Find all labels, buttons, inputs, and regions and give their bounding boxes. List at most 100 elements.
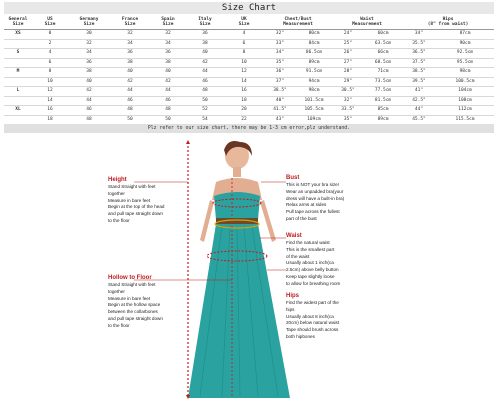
table-cell: 32 (110, 29, 150, 40)
col-hips: Hips (8" from waist) (402, 15, 495, 30)
table-cell: 60cm (364, 29, 402, 40)
table-row: XS 0 30 32 32 36 4 32" 80cm 24" 60cm 34" 87cm (4, 29, 495, 40)
table-cell: 86.5cm (296, 48, 332, 59)
table-cell: 41.5" (264, 105, 296, 116)
table-cell: 0 (32, 29, 68, 40)
col-germany: Germany Size (68, 15, 110, 30)
table-cell: 2 (32, 39, 68, 49)
table-cell (4, 96, 32, 106)
table-cell: 34" (402, 29, 436, 40)
table-cell: 44 (186, 67, 224, 78)
table-cell: 36 (186, 29, 224, 40)
table-cell: 33" (264, 39, 296, 49)
table-cell: 38 (186, 39, 224, 49)
table-cell: 8 (32, 67, 68, 78)
hollow-title: Hollow to Floor (108, 275, 152, 281)
table-cell: 38 (110, 58, 150, 68)
table-cell: 32" (332, 96, 364, 106)
table-row: L 12 42 44 44 48 16 38.5" 98cm 30.5" 77.5cm 41" 104c… (4, 86, 495, 97)
table-cell: 80cm (296, 29, 332, 40)
table-cell: 40 (68, 77, 110, 87)
table-cell: 44 (68, 96, 110, 106)
table-cell: XS (4, 29, 32, 40)
table-cell (4, 77, 32, 87)
table-cell: 42 (110, 77, 150, 87)
col-uk: UK Size (224, 15, 264, 30)
table-cell: 73.5cm (364, 77, 402, 87)
table-cell: 36 (150, 48, 186, 59)
table-cell: 40" (264, 96, 296, 106)
table-cell: 104cm (436, 86, 495, 97)
bust-title: Bust (286, 175, 300, 181)
table-cell: 36" (264, 67, 296, 78)
table-cell: 32 (150, 29, 186, 40)
table-cell: 8 (224, 48, 264, 59)
table-cell: 4 (224, 29, 264, 40)
table-cell: 25" (332, 39, 364, 49)
table-cell: 20 (224, 105, 264, 116)
col-italy: Italy Size (186, 15, 224, 30)
table-cell: 44 (150, 86, 186, 97)
table-cell: 37" (264, 77, 296, 87)
table-cell: 38 (150, 58, 186, 68)
table-cell (4, 58, 32, 68)
table-cell: 89cm (296, 58, 332, 68)
table-cell: 101.5cm (296, 96, 332, 106)
hips-label: Hips Find the widest part of the hips Us… (286, 293, 340, 339)
table-cell: 10 (32, 77, 68, 87)
table-cell: 34 (110, 39, 150, 49)
table-cell: 112cm (436, 105, 495, 116)
table-cell: 33.5" (332, 105, 364, 116)
table-cell: 98cm (296, 86, 332, 97)
measurement-guide: Height Stand Straight with feet together… (0, 140, 500, 401)
table-cell: 44 (110, 86, 150, 97)
dress-figure (134, 140, 290, 399)
table-row: 14 44 46 46 50 18 40" 101.5cm 32" 81.5cm 42.5" 108c… (4, 96, 495, 106)
bust-label: Bust This is NOT your bra size! Wear an … (286, 175, 345, 221)
table-cell: 14 (224, 77, 264, 87)
table-cell: 42 (186, 58, 224, 68)
table-cell: 40 (110, 67, 150, 78)
left-arm-shape (200, 200, 214, 242)
table-cell: 36.5" (402, 48, 436, 59)
table-cell: 92.5cm (436, 48, 495, 59)
table-cell: 48 (150, 105, 186, 116)
table-cell: 28" (332, 67, 364, 78)
table-cell: 46 (68, 105, 110, 116)
table-cell: 32" (264, 29, 296, 40)
table-cell: 40 (186, 48, 224, 59)
table-cell: 6 (32, 58, 68, 68)
waist-label: Waist Find the natural waist This is the… (286, 233, 341, 286)
table-cell: 44" (402, 105, 436, 116)
table-cell: S (4, 48, 32, 59)
table-cell: 42 (150, 77, 186, 87)
table-cell: 36 (68, 58, 110, 68)
table-cell: 38 (68, 67, 110, 78)
size-chart-table: General Size US Size Germany Size France Siz… (4, 15, 495, 125)
table-cell: 91.5cm (296, 67, 332, 78)
table-cell: 63.5cm (364, 39, 402, 49)
table-cell: 35" (264, 58, 296, 68)
table-cell: 36 (110, 48, 150, 59)
table-cell (4, 39, 32, 49)
table-cell: 95.5cm (436, 58, 495, 68)
table-cell: 90cm (436, 39, 495, 49)
waist-title: Waist (286, 233, 302, 239)
table-cell: 34 (68, 48, 110, 59)
table-cell: 71cm (364, 67, 402, 78)
table-cell: 32 (68, 39, 110, 49)
table-cell: 77.5cm (364, 86, 402, 97)
right-arm-shape (260, 200, 276, 242)
table-cell: 12 (32, 86, 68, 97)
table-cell: 94cm (296, 77, 332, 87)
table-cell: 4 (32, 48, 68, 59)
table-row: 6 36 38 38 42 10 35" 89cm 27" 68.5cm 37.5" 95.5cm (4, 58, 495, 68)
height-title: Height (108, 177, 127, 183)
table-cell: 52 (186, 105, 224, 116)
table-cell: 12 (224, 67, 264, 78)
neck-shape (233, 167, 241, 177)
table-row: M 8 38 40 40 44 12 36" 91.5cm 28" 71cm 38.5" 98cm (4, 67, 495, 78)
table-cell: 46 (150, 96, 186, 106)
table-cell: 81.5cm (364, 96, 402, 106)
table-cell: XL (4, 105, 32, 116)
